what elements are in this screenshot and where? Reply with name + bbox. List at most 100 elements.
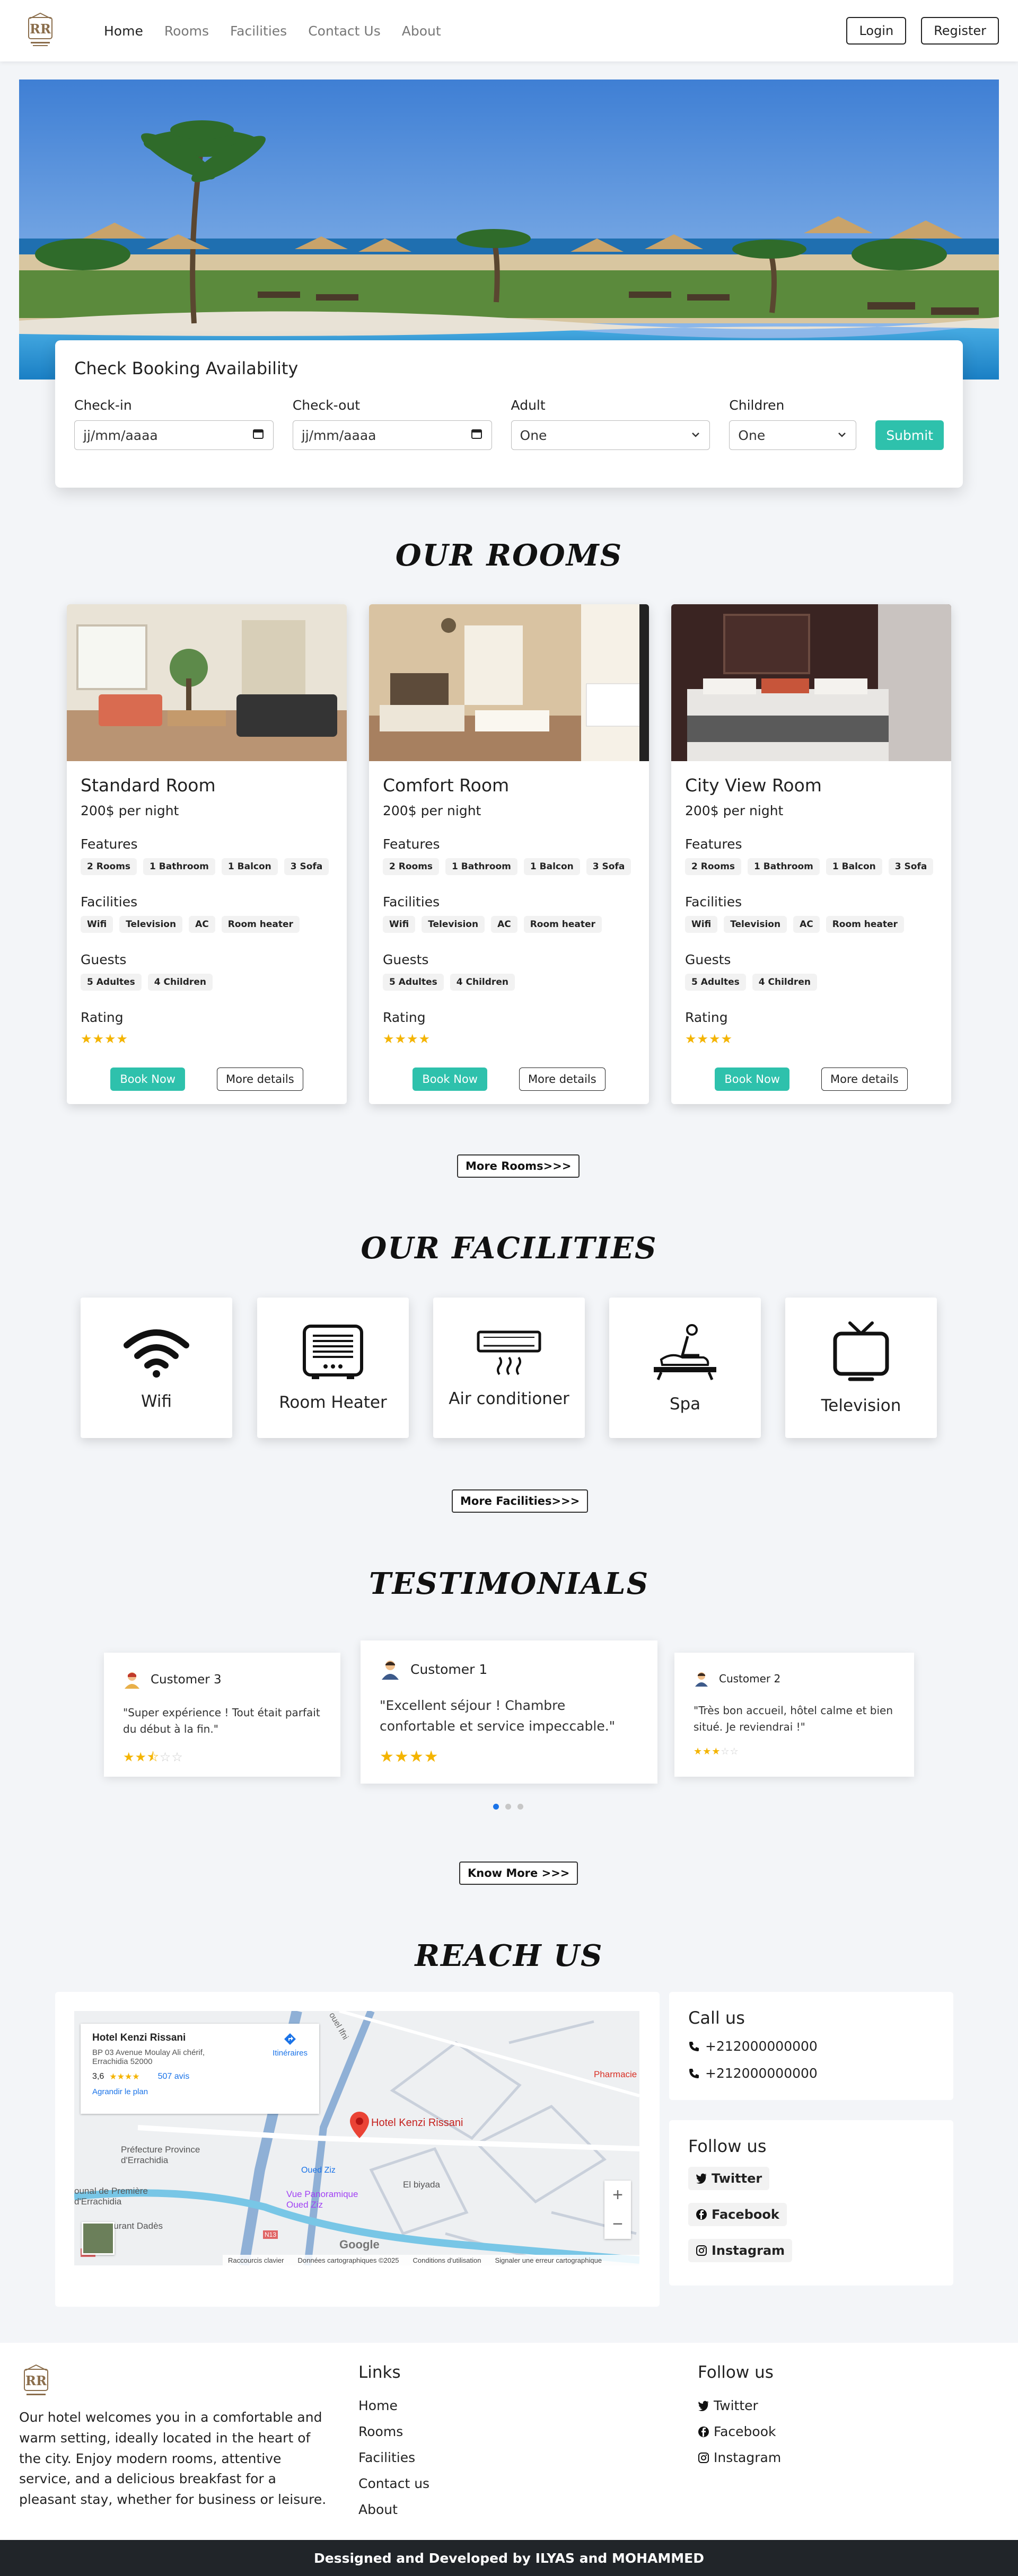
- feature-badge: 3 Sofa: [586, 858, 631, 875]
- star-icon: ★: [104, 1031, 117, 1046]
- facility-badge: Wifi: [685, 916, 718, 933]
- book-now-button[interactable]: Book Now: [110, 1068, 185, 1091]
- footer-link-facilities[interactable]: Facilities: [358, 2450, 429, 2465]
- facilities-label: Facilities: [81, 894, 138, 910]
- more-rooms-button[interactable]: More Rooms>>>: [457, 1154, 580, 1178]
- television-icon: [833, 1321, 889, 1381]
- map-reviews-link[interactable]: 507 avis: [158, 2072, 190, 2081]
- star-icon: ★: [409, 1747, 424, 1766]
- footer-link-about[interactable]: About: [358, 2502, 429, 2517]
- map-road-label: N13: [263, 2230, 278, 2239]
- footer-link-contact[interactable]: Contact us: [358, 2476, 429, 2491]
- twitter-label: Twitter: [712, 2171, 762, 2186]
- star-icon: ★: [380, 1747, 394, 1766]
- book-now-button[interactable]: Book Now: [413, 1068, 487, 1091]
- map-poi: El biyada: [403, 2180, 440, 2190]
- nav-link-rooms[interactable]: Rooms: [164, 23, 209, 39]
- more-details-button[interactable]: More details: [821, 1068, 908, 1091]
- instagram-link[interactable]: Instagram: [688, 2239, 793, 2262]
- room-price: 200$ per night: [81, 803, 179, 818]
- facilities-section-title: OUR FACILITIES: [361, 1231, 657, 1266]
- map-directions-link[interactable]: Itinéraires: [273, 2032, 308, 2071]
- feature-badge: 1 Bathroom: [445, 858, 517, 875]
- customer-name: Customer 1: [410, 1661, 488, 1677]
- map-poi: ounal de Première d'Errachidia: [74, 2186, 148, 2207]
- facebook-link[interactable]: Facebook: [688, 2203, 787, 2226]
- facility-badge: Television: [724, 916, 787, 933]
- checkout-input[interactable]: jj/mm/aaaa: [292, 420, 492, 450]
- directions-icon: [284, 2033, 296, 2045]
- features-label: Features: [81, 836, 138, 852]
- carousel-dot[interactable]: [505, 1804, 511, 1810]
- customer-name: Customer 3: [151, 1673, 222, 1687]
- know-more-button[interactable]: Know More >>>: [459, 1862, 578, 1885]
- more-facilities-button[interactable]: More Facilities>>>: [452, 1489, 589, 1513]
- zoom-out-icon[interactable]: −: [612, 2214, 623, 2235]
- map-layer-thumbnail[interactable]: [82, 2222, 115, 2255]
- adult-select[interactable]: One: [511, 420, 710, 450]
- submit-button[interactable]: Submit: [875, 420, 944, 450]
- hotel-logo[interactable]: RR: [19, 10, 62, 52]
- footer-logo[interactable]: RR: [19, 2364, 332, 2403]
- wifi-icon: [124, 1329, 189, 1378]
- more-details-button[interactable]: More details: [519, 1068, 605, 1091]
- star-rating: ★★★☆☆: [694, 1746, 895, 1757]
- nav-link-home[interactable]: Home: [104, 23, 143, 39]
- map-footer-link[interactable]: Conditions d'utilisation: [413, 2256, 481, 2264]
- calendar-icon[interactable]: [470, 427, 483, 443]
- embedded-map[interactable]: Hotel Kenzi Rissani BP 03 Avenue Moulay …: [74, 2011, 639, 2265]
- star-icon: ★: [92, 1031, 105, 1046]
- feature-badge: 1 Bathroom: [143, 858, 215, 875]
- phone-link[interactable]: +212000000000: [688, 2066, 934, 2081]
- map-poi: Vue Panoramique Oued Ziz: [286, 2189, 358, 2210]
- map-card: Hotel Kenzi Rissani BP 03 Avenue Moulay …: [55, 1992, 660, 2307]
- nav-link-about[interactable]: About: [402, 23, 441, 39]
- adult-value: One: [520, 427, 547, 443]
- map-pin-icon[interactable]: [350, 2112, 369, 2140]
- footer-facebook-link[interactable]: Facebook: [698, 2424, 781, 2439]
- register-button[interactable]: Register: [921, 17, 999, 45]
- map-footer-link[interactable]: Signaler une erreur cartographique: [495, 2256, 602, 2264]
- room-photo: [671, 604, 951, 761]
- room-card: City View Room 200$ per night Features 2…: [671, 604, 951, 1104]
- carousel-dots: [493, 1804, 523, 1810]
- nav-link-facilities[interactable]: Facilities: [230, 23, 287, 39]
- carousel-dot-active[interactable]: [493, 1804, 499, 1810]
- login-button[interactable]: Login: [846, 17, 907, 45]
- carousel-dot[interactable]: [517, 1804, 523, 1810]
- star-icon: ★: [383, 1031, 395, 1046]
- chevron-down-icon: [690, 428, 701, 443]
- star-icon: ★: [703, 1746, 712, 1757]
- map-footer-link[interactable]: Raccourcis clavier: [228, 2256, 284, 2264]
- footer-twitter-link[interactable]: Twitter: [698, 2398, 781, 2413]
- footer-link-rooms[interactable]: Rooms: [358, 2424, 429, 2439]
- facility-badge: Television: [119, 916, 183, 933]
- map-zoom-controls: + −: [604, 2181, 631, 2239]
- map-road-label: Oued Ziz: [301, 2166, 336, 2175]
- phone-link[interactable]: +212000000000: [688, 2039, 934, 2054]
- empty-star-icon: ☆: [730, 1746, 739, 1757]
- follow-us-card: Follow us Twitter Facebook Instagram: [669, 2120, 953, 2286]
- twitter-link[interactable]: Twitter: [688, 2167, 770, 2190]
- footer-instagram-link[interactable]: Instagram: [698, 2450, 781, 2465]
- calendar-icon[interactable]: [252, 427, 265, 443]
- star-rating: ★★★★: [685, 1031, 937, 1046]
- checkin-input[interactable]: jj/mm/aaaa: [74, 420, 274, 450]
- nav-link-contact[interactable]: Contact Us: [308, 23, 381, 39]
- instagram-icon: [696, 2245, 707, 2256]
- book-now-button[interactable]: Book Now: [715, 1068, 789, 1091]
- footer-link-home[interactable]: Home: [358, 2398, 429, 2413]
- instagram-icon: [698, 2452, 709, 2463]
- map-enlarge-link[interactable]: Agrandir le plan: [92, 2087, 308, 2096]
- spa-icon: [654, 1324, 716, 1380]
- children-select[interactable]: One: [729, 420, 857, 450]
- more-details-button[interactable]: More details: [216, 1068, 303, 1091]
- zoom-in-icon[interactable]: +: [612, 2185, 623, 2206]
- phone-icon: [689, 2068, 699, 2078]
- footer-about-text: Our hotel welcomes you in a comfortable …: [19, 2410, 327, 2507]
- map-address-line2: Errachidia 52000: [92, 2057, 153, 2066]
- star-rating: ★★★★: [383, 1031, 635, 1046]
- follow-us-title: Follow us: [688, 2136, 767, 2156]
- map-pin-label: Hotel Kenzi Rissani: [371, 2117, 463, 2129]
- facility-label: Air conditioner: [449, 1389, 569, 1408]
